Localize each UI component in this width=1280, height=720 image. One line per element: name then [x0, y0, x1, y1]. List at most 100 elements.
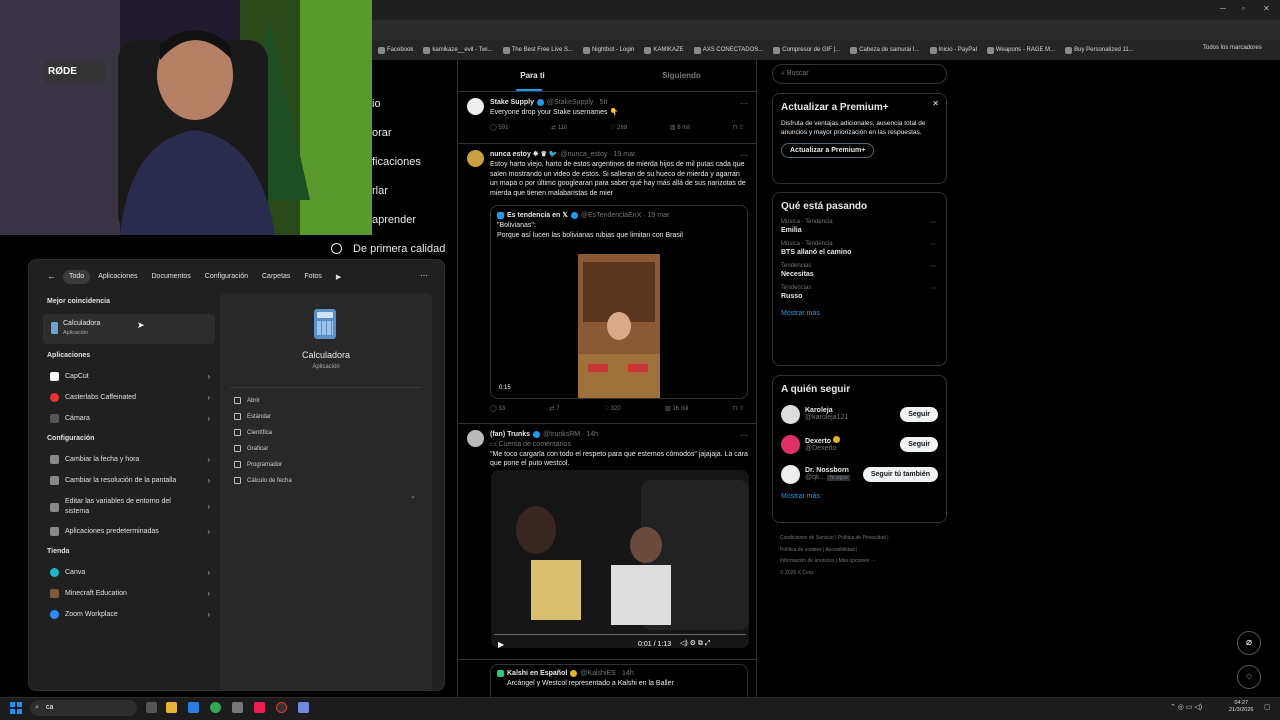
bookmark-item[interactable]: The Best Free Live S... — [502, 46, 573, 54]
show-more-link[interactable]: Mostrar más — [781, 493, 938, 500]
like-button[interactable]: ♡ 268 — [610, 124, 627, 132]
more-icon[interactable]: ⋯ — [420, 271, 428, 280]
grok-icon[interactable]: ⌀ — [1237, 631, 1261, 655]
bookmark-item[interactable]: KAMIKAZE — [644, 46, 684, 54]
tweet-author[interactable]: (fan) Trunks — [490, 430, 530, 440]
overlay-menu-item[interactable]: aprender — [372, 214, 416, 226]
quote-author[interactable]: Kalshi en Español — [507, 669, 567, 679]
filter-folders[interactable]: Carpetas — [256, 270, 296, 284]
bookmark-item[interactable]: Compresor de GIF |... — [773, 46, 840, 54]
action-standard[interactable]: Estándar — [234, 413, 271, 420]
footer-link[interactable]: Política de cookies — [780, 547, 822, 553]
filter-apps[interactable]: Aplicaciones — [92, 270, 143, 284]
filter-photos[interactable]: Fotos — [298, 270, 328, 284]
chevron-right-icon[interactable]: › — [207, 393, 210, 402]
filter-documents[interactable]: Documentos — [146, 270, 197, 284]
tweet[interactable]: ⋯ nunca estoy ✵ ♛ 🐦 @nunca_estoy · 19 mar… — [458, 144, 756, 424]
bookmark-item[interactable]: Weapons - RAGE M... — [986, 46, 1055, 54]
follow-button[interactable]: Seguir — [900, 436, 938, 452]
chevron-right-icon[interactable]: › — [207, 589, 210, 598]
bookmark-item[interactable]: Inicio - PayPal — [929, 46, 977, 54]
tweet[interactable]: ⋯ Stake Supply @StakeSupply · 5h Everyone… — [458, 92, 756, 144]
messages-icon[interactable]: ◌ — [1237, 665, 1261, 689]
settings-result[interactable]: Editar las variables de entorno del sist… — [45, 494, 215, 520]
avatar[interactable] — [467, 98, 484, 115]
footer-link[interactable]: Política de Privacidad — [838, 535, 886, 541]
maximize-icon[interactable]: ▫ — [1242, 4, 1245, 13]
all-bookmarks-link[interactable]: Todos los marcadores — [1203, 45, 1262, 51]
trend-item[interactable]: Tendencias ⋯ Necesitas — [781, 263, 938, 278]
app-result[interactable]: Casterlabs Caffeinated › — [45, 388, 215, 406]
bookmark-item[interactable]: Cabeza de samurai I... — [850, 46, 920, 54]
settings-result[interactable]: Cambiar la resolución de la pantalla › — [45, 471, 215, 489]
app-icon[interactable] — [232, 702, 243, 713]
avatar[interactable] — [781, 434, 800, 454]
more-icon[interactable]: ⋯ — [930, 241, 936, 248]
bookmark-item[interactable]: kamikaze__evil - Twi... — [423, 46, 493, 54]
app-result[interactable]: Cámara › — [45, 409, 215, 427]
footer-link[interactable]: Información de anuncios — [780, 558, 834, 564]
overlay-menu-item[interactable]: rlar — [372, 185, 388, 197]
taskbar-search-input[interactable]: ⌕ ca — [30, 700, 137, 716]
trend-item[interactable]: Tendencias ⋯ Russo — [781, 285, 938, 300]
store-result[interactable]: Zoom Workplace › — [45, 605, 215, 623]
views-button[interactable]: ▥ 8 mil — [670, 124, 690, 132]
quote-author[interactable]: Es tendencia en 𝕏 — [507, 211, 568, 221]
chevron-right-icon[interactable]: › — [207, 527, 210, 536]
follow-button[interactable]: Seguir — [900, 406, 938, 422]
avatar[interactable] — [467, 430, 484, 447]
windows-start-icon[interactable] — [10, 702, 22, 714]
avatar[interactable] — [467, 150, 484, 167]
bookmark-icon[interactable]: ⊓ ⇪ — [733, 124, 744, 132]
task-view-icon[interactable] — [146, 702, 157, 713]
action-graphing[interactable]: Graficar — [234, 445, 268, 452]
overlay-premium-item[interactable]: De primera calidad — [353, 243, 445, 255]
trend-item[interactable]: Música · Tendencia ⋯ Emilia — [781, 219, 938, 234]
chevron-right-icon[interactable]: › — [207, 414, 210, 423]
quote-handle[interactable]: @EsTendenciaEnX · 19 mar. — [581, 211, 671, 221]
chevron-right-icon[interactable]: › — [207, 568, 210, 577]
more-icon[interactable]: ⋯ — [740, 430, 748, 441]
tweet[interactable]: Kalshi en Español @KalshiES · 14h Arcánge… — [458, 660, 756, 700]
follow-suggestion[interactable]: Dexerto @Dexerto Seguir — [781, 433, 938, 455]
bookmark-item[interactable]: Nightbot - Login — [582, 46, 634, 54]
app-result[interactable]: CapCut › — [45, 367, 215, 385]
clock[interactable]: 04:27 21/3/2026 — [1229, 700, 1253, 714]
overlay-menu-item[interactable]: io — [372, 98, 381, 110]
notification-icon[interactable]: ▢ — [1264, 703, 1271, 711]
action-programmer[interactable]: Programador — [234, 461, 282, 468]
trend-item[interactable]: Música · Tendencia ⋯ BTS allanó el camino — [781, 241, 938, 256]
chevron-right-icon[interactable]: › — [207, 476, 210, 485]
settings-result[interactable]: Aplicaciones predeterminadas › — [45, 522, 215, 540]
store-result[interactable]: Minecraft Education › — [45, 584, 215, 602]
play-more-icon[interactable]: ▶ — [330, 270, 347, 284]
reply-button[interactable]: ◯ 591 — [490, 124, 508, 132]
filter-settings[interactable]: Configuración — [199, 270, 254, 284]
follow-suggestion[interactable]: Dr. Nossborn @qk... Te sigue Seguir tú ta… — [781, 463, 938, 485]
tab-following[interactable]: Siguiendo — [607, 60, 756, 91]
chevron-right-icon[interactable]: › — [207, 610, 210, 619]
more-icon[interactable]: ⋯ — [740, 150, 748, 161]
close-icon[interactable]: ✕ — [1263, 4, 1270, 13]
best-match-item[interactable]: Calculadora Aplicación — [43, 314, 215, 344]
video-progress[interactable] — [494, 634, 746, 635]
chrome-icon[interactable] — [210, 702, 221, 713]
retweet-button[interactable]: ⇄ 7 — [549, 405, 559, 413]
footer-link[interactable]: Más opciones ··· — [839, 558, 876, 564]
tweet-handle[interactable]: @StakeSupply · 5h — [547, 98, 607, 108]
close-icon[interactable]: ✕ — [932, 99, 939, 108]
chevron-right-icon[interactable]: › — [207, 372, 210, 381]
overlay-menu-item[interactable]: ficaciones — [372, 156, 421, 168]
filter-all[interactable]: Todo — [63, 270, 91, 284]
overlay-menu-item[interactable]: orar — [372, 127, 392, 139]
more-icon[interactable]: ⋯ — [740, 98, 748, 109]
footer-link[interactable]: Condiciones de Servicio — [780, 535, 834, 541]
tweet-handle[interactable]: @nunca_estoy · 19 mar. — [561, 150, 637, 160]
tweet[interactable]: ⋯ (fan) Trunks @trunksRM · 14h ▭ Cuenta d… — [458, 424, 756, 660]
reply-button[interactable]: ◯ 33 — [490, 405, 505, 413]
quote-handle[interactable]: @KalshiES · 14h — [580, 669, 633, 679]
chevron-right-icon[interactable]: › — [207, 455, 210, 464]
bookmark-item[interactable]: Facebook — [378, 46, 413, 54]
play-icon[interactable]: ▶ — [498, 639, 504, 650]
more-icon[interactable]: ⋯ — [930, 285, 936, 292]
